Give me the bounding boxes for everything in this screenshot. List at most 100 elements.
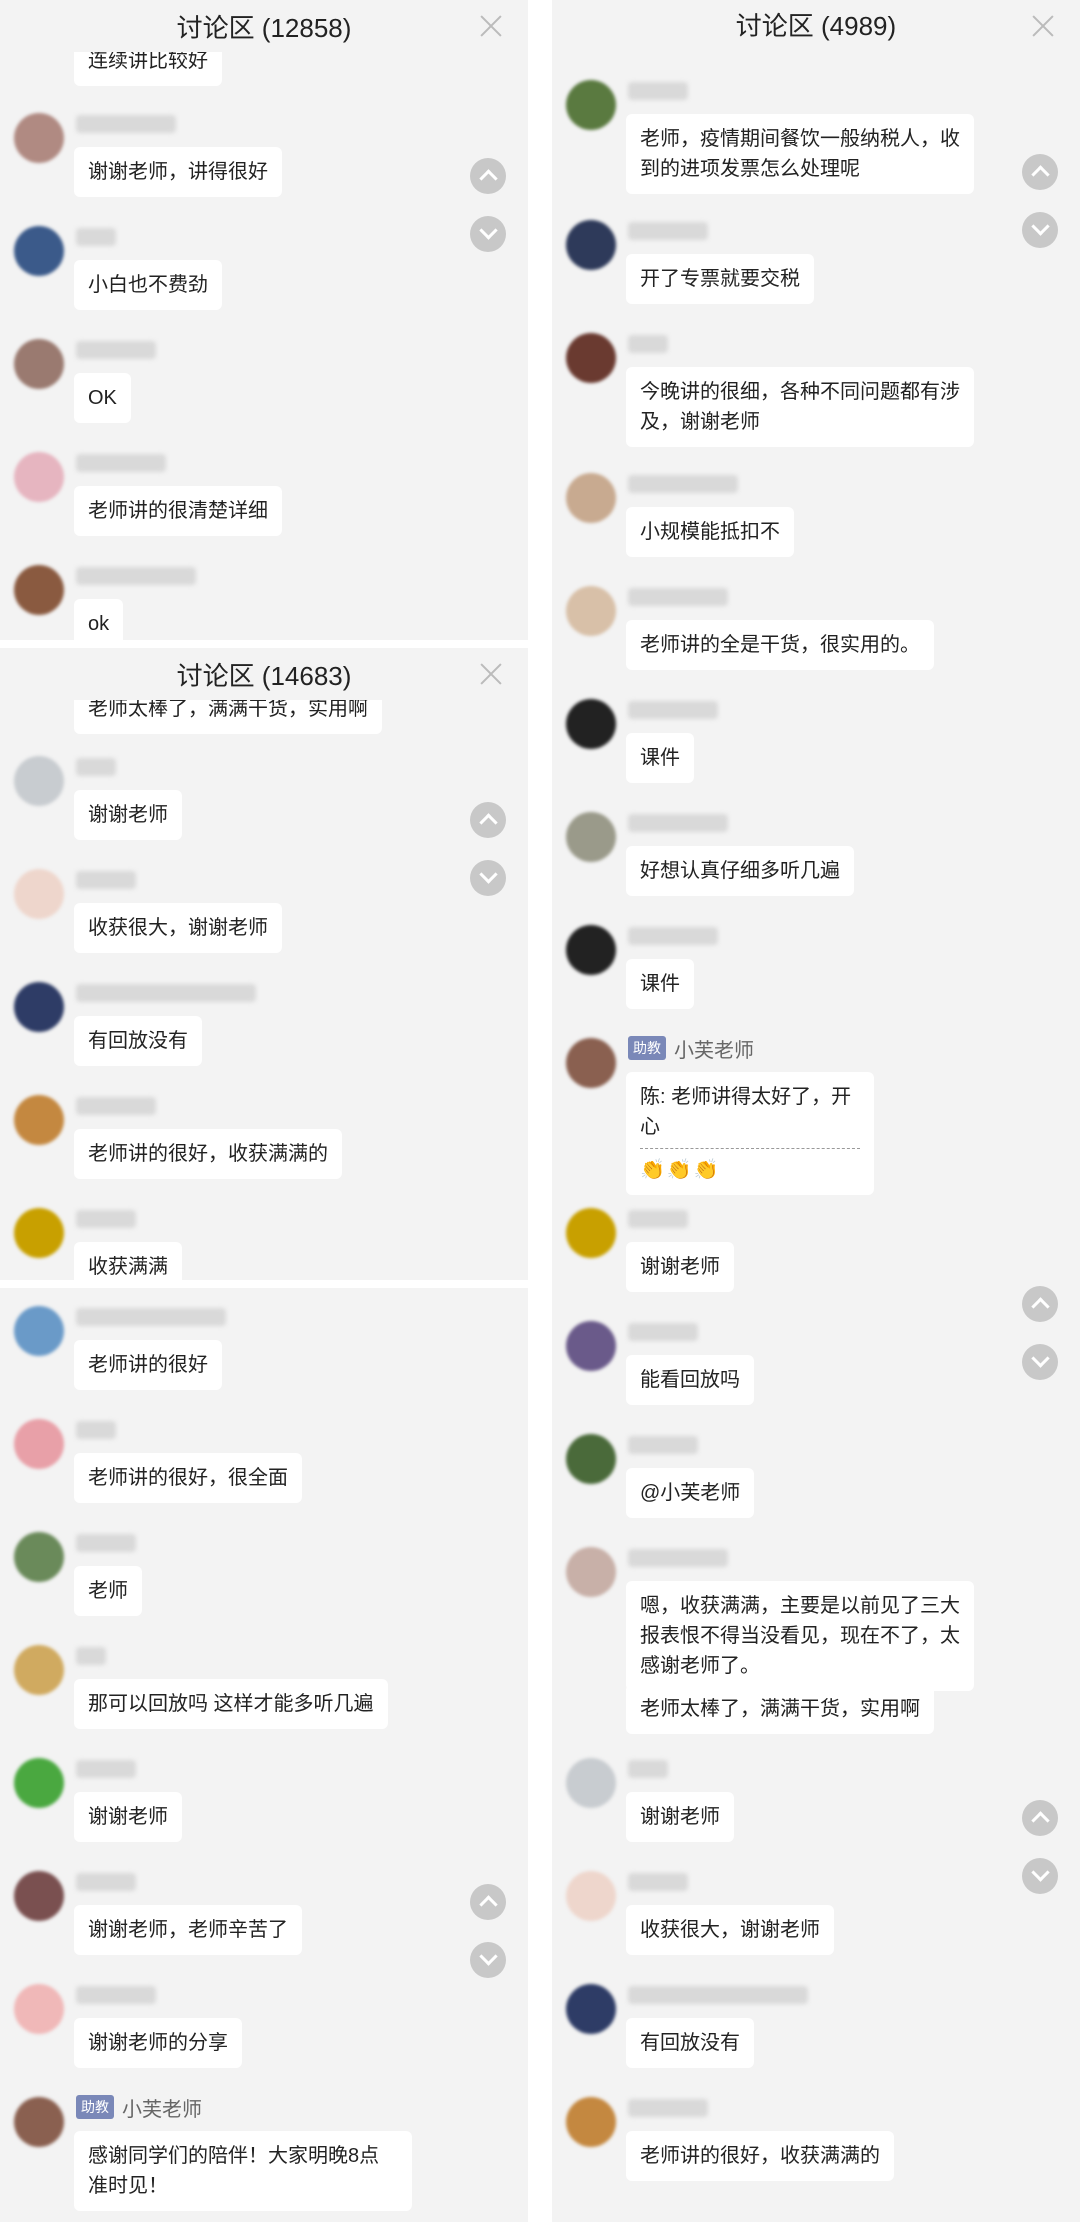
message-item: 谢谢老师 <box>552 1750 1080 1862</box>
avatar <box>14 452 64 502</box>
avatar <box>566 1758 616 1808</box>
avatar <box>14 1306 64 1356</box>
message-bubble: 陈: 老师讲得太好了，开心 👏👏👏 <box>626 1072 874 1195</box>
chevron-down-icon[interactable] <box>470 860 506 896</box>
message-bubble: 那可以回放吗 这样才能多听几遍 <box>74 1679 388 1729</box>
sender-name <box>628 222 708 240</box>
message-item: 谢谢老师 <box>0 1750 528 1862</box>
message-item: 谢谢老师，老师辛苦了 <box>0 1863 528 1975</box>
message-bubble: 课件 <box>626 959 694 1009</box>
message-bubble: 开了专票就要交税 <box>626 254 814 304</box>
message-bubble: 小白也不费劲 <box>74 260 222 310</box>
chat-panel-4: 讨论区 (4989) 老师，疫情期间餐饮一般纳税人，收到的进项发票怎么处理呢 开… <box>552 0 1080 2222</box>
message-item: 老师讲的全是干货，很实用的。 <box>552 578 1080 690</box>
chevron-up-icon[interactable] <box>470 158 506 194</box>
avatar <box>14 2097 64 2147</box>
message-bubble: 谢谢老师 <box>626 1242 734 1292</box>
message-item: 老师讲的很好，很全面 <box>0 1411 528 1523</box>
assistant-badge: 助教 <box>76 2095 114 2119</box>
avatar <box>566 699 616 749</box>
message-item: 课件 <box>552 691 1080 803</box>
avatar <box>14 1532 64 1582</box>
sender-name <box>76 1873 136 1891</box>
message-item: OK <box>0 331 528 443</box>
message-item: 嗯，收获满满，主要是以前见了三大报表恨不得当没看见，现在不了，太感谢老师了。 <box>552 1539 1080 1691</box>
message-item: 老师 <box>0 1524 528 1636</box>
message-bubble: 老师 <box>74 1566 142 1616</box>
chevron-up-icon[interactable] <box>1022 1286 1058 1322</box>
sender-name <box>76 454 166 472</box>
avatar <box>14 1645 64 1695</box>
chevron-down-icon[interactable] <box>470 1942 506 1978</box>
message-item: 小白也不费劲 <box>0 218 528 330</box>
avatar <box>566 473 616 523</box>
chat-panel-3: 老师讲的很好 老师讲的很好，很全面 老师 那可以回放吗 这样才能多听几遍 谢谢老… <box>0 1288 528 2222</box>
chevron-up-icon[interactable] <box>470 1884 506 1920</box>
sender-name: 小芙老师 <box>122 2099 202 2121</box>
message-bubble: 好想认真仔细多听几遍 <box>626 846 854 896</box>
message-item: 老师讲的很好 <box>0 1298 528 1410</box>
message-item: 助教 小芙老师 陈: 老师讲得太好了，开心 👏👏👏 <box>552 1030 1080 1200</box>
message-bubble: 老师讲的很好 <box>74 1340 222 1390</box>
message-bubble: 有回放没有 <box>626 2018 754 2068</box>
chevron-up-icon[interactable] <box>470 802 506 838</box>
chevron-down-icon[interactable] <box>1022 212 1058 248</box>
avatar <box>566 925 616 975</box>
message-item: 能看回放吗 <box>552 1313 1080 1425</box>
avatar <box>14 1208 64 1258</box>
message-bubble: 收获满满 <box>74 1242 182 1280</box>
message-bubble: 老师讲的很好，收获满满的 <box>626 2131 894 2181</box>
message-item: 那可以回放吗 这样才能多听几遍 <box>0 1637 528 1749</box>
avatar <box>14 1984 64 2034</box>
message-bubble: 课件 <box>626 733 694 783</box>
avatar <box>566 812 616 862</box>
chevron-up-icon[interactable] <box>1022 1800 1058 1836</box>
sender-name <box>628 1760 668 1778</box>
close-icon[interactable] <box>1028 12 1058 42</box>
sender-name <box>76 984 256 1002</box>
message-item: 老师，疫情期间餐饮一般纳税人，收到的进项发票怎么处理呢 <box>552 72 1080 212</box>
message-item: 老师讲的很清楚详细 <box>0 444 528 556</box>
avatar <box>14 339 64 389</box>
chat-panel-2: 讨论区 (14683) 老师太棒了，满满干货，实用啊 谢谢老师 收获很大，谢谢老… <box>0 648 528 1280</box>
message-bubble: 老师讲的很好，很全面 <box>74 1453 302 1503</box>
message-bubble: 谢谢老师 <box>626 1792 734 1842</box>
avatar <box>14 1095 64 1145</box>
message-bubble: 感谢同学们的陪伴！大家明晚8点准时见！ <box>74 2131 412 2211</box>
message-item: 收获满满 <box>0 1200 528 1280</box>
avatar <box>14 756 64 806</box>
panel-title: 讨论区 (14683) <box>0 648 528 700</box>
message-bubble: 谢谢老师 <box>74 1792 182 1842</box>
sender-name <box>76 341 156 359</box>
message-bubble: ok <box>74 599 124 640</box>
message-text: 陈: 老师讲得太好了，开心 <box>640 1086 852 1138</box>
message-bubble: 收获很大，谢谢老师 <box>74 903 282 953</box>
message-item: 收获很大，谢谢老师 <box>0 861 528 973</box>
chevron-down-icon[interactable] <box>1022 1344 1058 1380</box>
message-bubble: 老师太棒了，满满干货，实用啊 <box>626 1684 934 1734</box>
message-bubble: 谢谢老师，老师辛苦了 <box>74 1905 302 1955</box>
avatar <box>566 1871 616 1921</box>
message-bubble: 有回放没有 <box>74 1016 202 1066</box>
avatar <box>566 1434 616 1484</box>
message-item: 有回放没有 <box>552 1976 1080 2088</box>
clap-emoji: 👏👏👏 <box>640 1159 721 1181</box>
chevron-down-icon[interactable] <box>1022 1858 1058 1894</box>
avatar <box>14 982 64 1032</box>
panel-title: 讨论区 (4989) <box>552 0 1080 52</box>
message-item: 今晚讲的很细，各种不同问题都有涉及，谢谢老师 <box>552 325 1080 465</box>
sender-name <box>76 115 176 133</box>
close-icon[interactable] <box>476 660 506 690</box>
panel-title: 讨论区 (12858) <box>0 0 528 52</box>
sender-name <box>628 1323 698 1341</box>
close-icon[interactable] <box>476 12 506 42</box>
avatar <box>566 1984 616 2034</box>
message-item: 课件 <box>552 917 1080 1029</box>
chevron-up-icon[interactable] <box>1022 154 1058 190</box>
avatar <box>14 565 64 615</box>
message-item: 开了专票就要交税 <box>552 212 1080 324</box>
avatar <box>566 2097 616 2147</box>
sender-name <box>628 1986 808 2004</box>
avatar <box>14 1419 64 1469</box>
chevron-down-icon[interactable] <box>470 216 506 252</box>
